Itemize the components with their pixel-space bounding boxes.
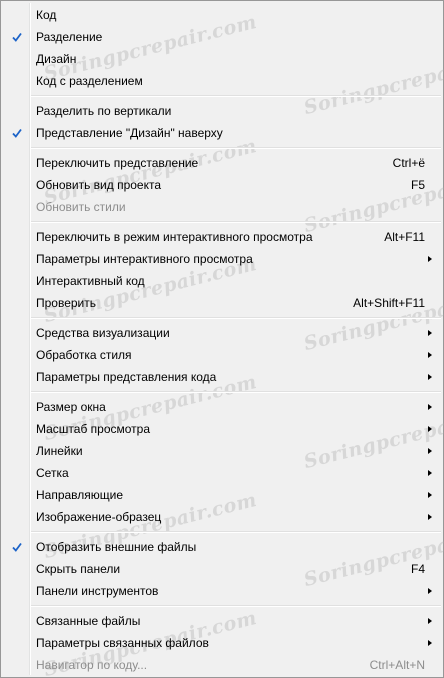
menu-item-code-view-options[interactable]: Параметры представления кода	[3, 366, 441, 388]
menu-item-label: Отобразить внешние файлы	[36, 540, 197, 554]
menu-item-grid[interactable]: Сетка	[3, 462, 441, 484]
checkmark-icon	[5, 26, 29, 48]
menu-item-inspect[interactable]: Проверить Alt+Shift+F11	[3, 292, 441, 314]
menu-item-split-code[interactable]: Код с разделением	[3, 70, 441, 92]
menu-separator	[31, 391, 441, 393]
menu-item-shortcut: Ctrl+ё	[392, 156, 425, 170]
submenu-arrow-icon	[428, 374, 432, 380]
menu-item-label: Обновить вид проекта	[36, 178, 162, 192]
menu-item-label: Размер окна	[36, 400, 106, 414]
submenu-arrow-icon	[428, 492, 432, 498]
menu-item-label: Масштаб просмотра	[36, 422, 151, 436]
checkmark-icon	[5, 122, 29, 144]
view-context-menu: Soringpcrepair.com Soringpcrepair.com So…	[0, 0, 444, 678]
menu-item-refresh-design[interactable]: Обновить вид проекта F5	[3, 174, 441, 196]
menu-item-tracing-image[interactable]: Изображение-образец	[3, 506, 441, 528]
menu-item-live-code[interactable]: Интерактивный код	[3, 270, 441, 292]
menu-item-label: Скрыть панели	[36, 562, 121, 576]
submenu-arrow-icon	[428, 330, 432, 336]
menu-item-label: Параметры представления кода	[36, 370, 217, 384]
menu-item-shortcut: Alt+F11	[384, 230, 425, 244]
menu-item-style-rendering[interactable]: Обработка стиля	[3, 344, 441, 366]
menu-item-window-size[interactable]: Размер окна	[3, 396, 441, 418]
menu-item-label: Средства визуализации	[36, 326, 170, 340]
menu-separator	[31, 95, 441, 97]
menu-item-label: Представление "Дизайн" наверху	[36, 126, 223, 140]
menu-item-label: Проверить	[36, 296, 97, 310]
menu-item-label: Параметры интерактивного просмотра	[36, 252, 253, 266]
menu-item-label: Разделение	[36, 30, 103, 44]
submenu-arrow-icon	[428, 352, 432, 358]
menu-item-label: Код с разделением	[36, 74, 143, 88]
menu-item-label: Разделить по вертикали	[36, 104, 172, 118]
menu-item-code-navigator: Навигатор по коду... Ctrl+Alt+N	[3, 654, 441, 676]
submenu-arrow-icon	[428, 470, 432, 476]
menu-item-shortcut: F5	[410, 178, 425, 192]
menu-item-code[interactable]: Код	[3, 4, 441, 26]
menu-separator	[31, 317, 441, 319]
menu-item-show-external-files[interactable]: Отобразить внешние файлы	[3, 536, 441, 558]
menu-separator	[31, 221, 441, 223]
menu-item-label: Связанные файлы	[36, 614, 141, 628]
menu-separator	[31, 531, 441, 533]
menu-item-label: Код	[36, 8, 57, 22]
submenu-arrow-icon	[428, 588, 432, 594]
menu-item-hide-panels[interactable]: Скрыть панели F4	[3, 558, 441, 580]
menu-item-label: Навигатор по коду...	[36, 658, 148, 672]
menu-item-shortcut: Ctrl+Alt+N	[369, 658, 425, 672]
menu-item-toolbars[interactable]: Панели инструментов	[3, 580, 441, 602]
menu-item-shortcut: F4	[410, 562, 425, 576]
menu-item-label: Направляющие	[36, 488, 124, 502]
menu-item-live-view-options[interactable]: Параметры интерактивного просмотра	[3, 248, 441, 270]
submenu-arrow-icon	[428, 514, 432, 520]
menu-item-label: Сетка	[36, 466, 69, 480]
checkmark-icon	[5, 536, 29, 558]
menu-item-split-vertical[interactable]: Разделить по вертикали	[3, 100, 441, 122]
submenu-arrow-icon	[428, 426, 432, 432]
menu-separator	[31, 147, 441, 149]
menu-item-refresh-styles: Обновить стили	[3, 196, 441, 218]
menu-item-label: Линейки	[36, 444, 83, 458]
menu-item-shortcut: Alt+Shift+F11	[353, 296, 425, 310]
submenu-arrow-icon	[428, 404, 432, 410]
submenu-arrow-icon	[428, 640, 432, 646]
menu-item-label: Дизайн	[36, 52, 77, 66]
menu-item-guides[interactable]: Направляющие	[3, 484, 441, 506]
menu-item-visual-aids[interactable]: Средства визуализации	[3, 322, 441, 344]
menu-item-split[interactable]: Разделение	[3, 26, 441, 48]
menu-item-related-files-options[interactable]: Параметры связанных файлов	[3, 632, 441, 654]
menu-item-label: Интерактивный код	[36, 274, 145, 288]
menu-item-label: Обработка стиля	[36, 348, 132, 362]
menu-item-label: Обновить стили	[36, 200, 126, 214]
menu-item-design[interactable]: Дизайн	[3, 48, 441, 70]
menu-item-label: Переключить представление	[36, 156, 199, 170]
menu-item-rulers[interactable]: Линейки	[3, 440, 441, 462]
submenu-arrow-icon	[428, 256, 432, 262]
submenu-arrow-icon	[428, 448, 432, 454]
menu-item-related-files[interactable]: Связанные файлы	[3, 610, 441, 632]
menu-item-label: Переключить в режим интерактивного просм…	[36, 230, 313, 244]
submenu-arrow-icon	[428, 618, 432, 624]
menu-item-live-view[interactable]: Переключить в режим интерактивного просм…	[3, 226, 441, 248]
menu-item-label: Панели инструментов	[36, 584, 159, 598]
menu-separator	[31, 605, 441, 607]
menu-item-magnification[interactable]: Масштаб просмотра	[3, 418, 441, 440]
menu-item-label: Изображение-образец	[36, 510, 162, 524]
menu-item-label: Параметры связанных файлов	[36, 636, 209, 650]
menu-item-toggle-view[interactable]: Переключить представление Ctrl+ё	[3, 152, 441, 174]
menu-item-design-on-top[interactable]: Представление "Дизайн" наверху	[3, 122, 441, 144]
